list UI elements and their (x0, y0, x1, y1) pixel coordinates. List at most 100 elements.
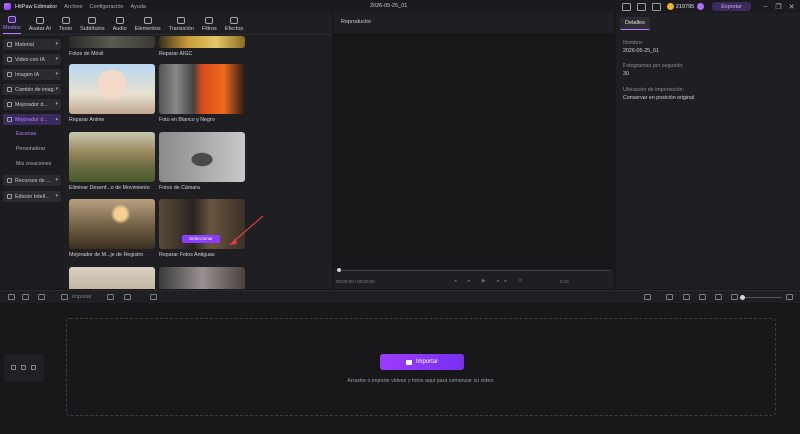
chevron-down-icon: ▾ (55, 86, 58, 92)
cut-icon[interactable] (61, 294, 68, 300)
tab-avatar-ai[interactable]: Avatar AI (29, 17, 51, 34)
sidebar-subitem-personalizar[interactable]: Personalizar (16, 146, 45, 152)
card-foto-blanco-negro[interactable]: Foto en Blanco y Negro (159, 64, 245, 123)
card-fotos-camara[interactable]: Fotos de Cámara (159, 132, 245, 191)
track-audio-icon[interactable] (31, 365, 36, 370)
track-lock-icon[interactable] (21, 365, 26, 370)
coin-badge[interactable]: 219795 (666, 3, 705, 10)
enhance-icon (7, 102, 12, 107)
sidebar-item-video-ia[interactable]: Video con IA ▾ (3, 54, 61, 65)
tab-transicion[interactable]: Transición (169, 17, 194, 34)
gift-icon[interactable] (651, 2, 661, 11)
media-panel: Medios Avatar AI Texto Subtítulos Audio … (0, 13, 332, 289)
sidebar-subitem-escenas[interactable]: Escenas (16, 131, 36, 137)
magnet-icon[interactable] (699, 294, 706, 300)
menu-ayuda[interactable]: Ayuda (130, 4, 146, 10)
timeline-toolbar: Importar (0, 290, 800, 303)
speed-icon[interactable] (124, 294, 131, 300)
card-reparar-anime[interactable]: Reparar Anime (69, 64, 155, 123)
audio-icon (115, 17, 124, 24)
tab-label: Avatar AI (28, 26, 51, 32)
card-fotos-movil[interactable]: Fotos de Móvil (69, 36, 155, 57)
title-bar-actions: 219795 Exportar – ❐ ✕ (621, 0, 800, 13)
card-mejorador-registro[interactable]: Mejorador de M...je de Registro (69, 199, 155, 258)
minimize-icon[interactable]: – (761, 3, 770, 10)
project-title: 2026-05-25_01 (370, 3, 408, 9)
card-reparar-aigc[interactable]: Reparar AIGC (159, 36, 245, 57)
zoom-out-icon[interactable] (731, 294, 738, 300)
tab-subtitulos[interactable]: Subtítulos (80, 17, 105, 34)
tab-label: Elementos (134, 26, 161, 32)
media-icon (7, 16, 16, 23)
tab-filtros[interactable]: Filtros (202, 17, 217, 34)
player-progress-bar[interactable] (337, 268, 610, 272)
sidebar-item-recursos[interactable]: Recursos de ... ▾ (3, 175, 61, 186)
zoom-in-icon[interactable] (786, 294, 793, 300)
track-video-icon[interactable] (11, 365, 16, 370)
folder-icon (7, 42, 12, 47)
player-screen[interactable] (334, 33, 614, 269)
sidebar-item-mejorador-1[interactable]: Mejorador d... ▾ (3, 99, 61, 110)
transition-icon (177, 17, 186, 24)
sidebar-item-cambio-imagen[interactable]: Cambio de imag... ▾ (3, 84, 61, 95)
detail-value-location: Conservar en posición original (623, 95, 695, 101)
thumbnail (69, 132, 155, 182)
thumbnail (69, 267, 155, 289)
tab-medios[interactable]: Medios (3, 16, 21, 34)
close-icon[interactable]: ✕ (787, 3, 796, 11)
title-bar: HitPaw Edimakor Archivo Configuración Ay… (0, 0, 800, 13)
tab-efectos[interactable]: Efectos (225, 17, 243, 34)
playback-controls[interactable]: ◂ ▸ ▶ ▸▸ ⟳ (454, 278, 528, 284)
detail-value-fps: 30 (623, 71, 629, 77)
delete-icon[interactable] (38, 294, 45, 300)
chat-icon[interactable] (636, 2, 646, 11)
card-caption: Fotos de Cámara (159, 185, 200, 191)
redo-icon[interactable] (22, 294, 29, 300)
folder-icon (405, 359, 412, 365)
card-row4-right[interactable] (159, 267, 245, 289)
sidebar-item-mejorador-2[interactable]: Mejorador d... ▴ (3, 114, 61, 125)
timeline-import-button[interactable]: Importar (72, 294, 92, 300)
timeline-zoom-slider[interactable] (740, 295, 782, 300)
sidebar-subitem-mis-creaciones[interactable]: Mis creaciones (16, 161, 51, 167)
export-label: Exportar (721, 3, 742, 10)
menu-archivo[interactable]: Archivo (64, 4, 82, 10)
menu-configuracion[interactable]: Configuración (90, 4, 124, 10)
chevron-down-icon: ▾ (55, 71, 58, 77)
enhance-icon (7, 117, 12, 122)
image-icon (7, 72, 12, 77)
crop-icon[interactable] (107, 294, 114, 300)
tab-texto[interactable]: Texto (59, 17, 72, 34)
split-icon[interactable] (683, 294, 690, 300)
maximize-icon[interactable]: ❐ (774, 3, 783, 11)
import-button[interactable]: Importar (380, 354, 464, 370)
detail-value-name: 2026-05-25_01 (623, 48, 659, 54)
undo-icon[interactable] (8, 294, 15, 300)
sidebar-item-material[interactable]: Material ▾ (3, 39, 61, 50)
timeline-drop-zone[interactable]: Importar Arrastre o importe videos y fot… (66, 318, 776, 416)
link-icon[interactable] (666, 294, 673, 300)
tab-detalles[interactable]: Detalles (620, 17, 650, 30)
caption-icon[interactable] (715, 294, 722, 300)
zoom-slider-knob[interactable] (740, 295, 746, 300)
card-row4-left[interactable] (69, 267, 155, 289)
select-button[interactable]: Seleccionar (182, 235, 220, 243)
sidebar-item-imagen-ia[interactable]: Imagen IA ▾ (3, 69, 61, 80)
import-label: Importar (415, 359, 439, 365)
microphone-icon[interactable] (644, 294, 651, 300)
thumbnail (159, 36, 245, 48)
edit-icon (7, 194, 12, 199)
card-eliminar-desenfoque[interactable]: Eliminar Desenf...o de Movimiento (69, 132, 155, 191)
tab-audio[interactable]: Audio (113, 17, 127, 34)
image-icon[interactable] (150, 294, 157, 300)
tab-label: Transición (168, 26, 194, 32)
player-time: 00:00:00 / 00:00:00 (336, 279, 375, 284)
export-button[interactable]: Exportar (712, 2, 751, 11)
tab-label: Filtros (201, 26, 217, 32)
tab-elementos[interactable]: Elementos (135, 17, 161, 34)
card-caption: Mejorador de M...je de Registro (69, 252, 144, 258)
screen-icon[interactable] (621, 2, 631, 11)
sidebar-item-label: Cambio de imag... (15, 86, 55, 93)
sidebar-item-edicion[interactable]: Edición IntelI... ▾ (3, 191, 61, 202)
playhead[interactable] (337, 268, 341, 272)
